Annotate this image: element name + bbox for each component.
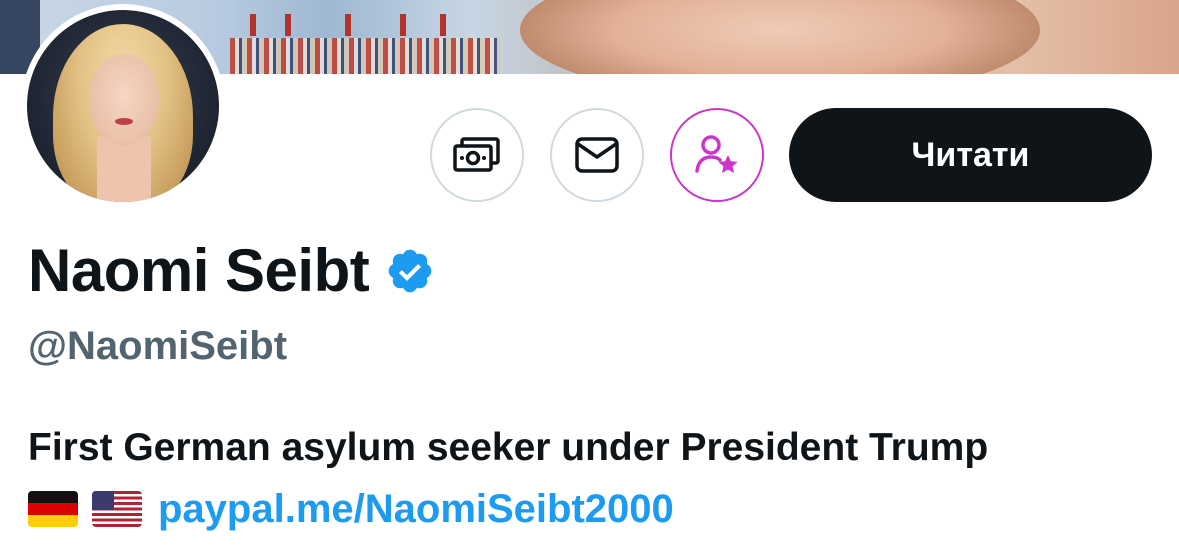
banner-flag xyxy=(345,14,351,36)
profile-name-row: Naomi Seibt xyxy=(28,236,435,306)
person-star-icon xyxy=(694,133,740,177)
bio-text: First German asylum seeker under Preside… xyxy=(28,426,989,469)
bio-line-2: paypal.me/NaomiSeibt2000 xyxy=(28,485,674,533)
banner-flag xyxy=(250,14,256,36)
avatar-photo xyxy=(27,10,219,202)
germany-flag-icon xyxy=(28,491,78,527)
username-handle: @NaomiSeibt xyxy=(28,324,288,368)
usa-flag-icon xyxy=(92,491,142,527)
bio-link[interactable]: paypal.me/NaomiSeibt2000 xyxy=(158,485,674,533)
avatar[interactable] xyxy=(21,4,225,208)
display-name: Naomi Seibt xyxy=(28,237,370,304)
tip-button[interactable] xyxy=(430,108,524,202)
message-button[interactable] xyxy=(550,108,644,202)
follow-button[interactable]: Читати xyxy=(789,108,1152,202)
banner-flag xyxy=(440,14,446,36)
money-icon xyxy=(452,135,502,175)
banner-flag xyxy=(400,14,406,36)
banner-flag xyxy=(285,14,291,36)
envelope-icon xyxy=(573,135,621,175)
banner-crowd xyxy=(230,38,500,74)
banner-portrait xyxy=(520,0,1040,74)
subscribe-button[interactable] xyxy=(670,108,764,202)
verified-badge-icon[interactable] xyxy=(385,246,435,301)
